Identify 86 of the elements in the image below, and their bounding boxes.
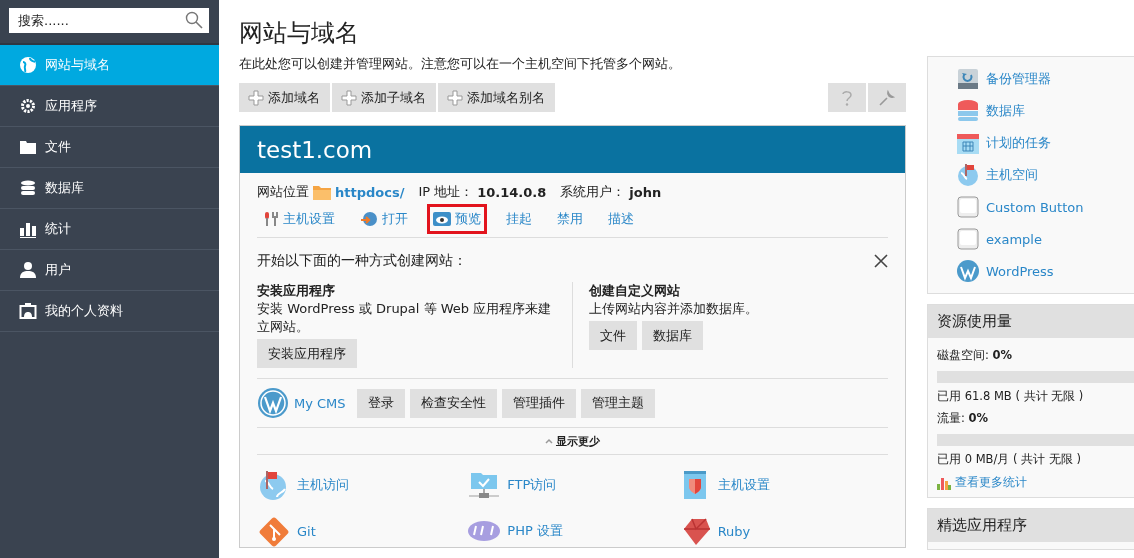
show-less-toggle[interactable]: 显示更少 [545,433,600,449]
action-link[interactable]: 预览 [427,204,487,234]
location-link[interactable]: httpdocs/ [335,184,405,200]
blank-button-icon [956,227,980,251]
cms-button[interactable]: 管理插件 [501,388,576,418]
plus-icon [447,89,463,106]
calendar-icon [956,131,980,155]
meter-label: 流量: 0% [937,411,990,426]
option-button[interactable]: 数据库 [642,321,703,350]
gear-icon [19,97,37,115]
ip-value: 10.14.0.8 [477,184,547,200]
tool-link[interactable]: PHP 设置 [467,515,678,547]
search-field[interactable]: 搜索...... [9,8,209,33]
bar-chart-icon [937,475,951,490]
tool-link[interactable]: 备份管理器 [956,67,1134,91]
tool-link[interactable]: 主机空间 [956,163,1134,187]
action-link[interactable]: 打开 [354,204,414,234]
tool-link[interactable]: 计划的任务 [956,131,1134,155]
tool-link[interactable]: WordPress [956,259,1134,283]
blank-button-icon [956,195,980,219]
action-link[interactable]: 禁用 [551,204,589,234]
wordpress-icon [257,387,289,419]
plus-icon [341,89,357,106]
option-button[interactable]: 文件 [589,321,637,350]
nav-item[interactable]: 网站与域名 [0,45,219,86]
globe-icon [19,56,37,74]
user-label: 系统用户： [560,183,626,201]
usage-text: 已用 0 MB/月 ( 共计 无限 ) [937,452,1082,467]
bar-chart-icon [19,220,37,238]
tool-link[interactable]: 主机设置 [677,469,888,501]
database-icon [19,179,37,197]
help-icon [840,88,854,107]
domain-title: test1.com [240,126,905,173]
nav-item[interactable]: 应用程序 [0,86,219,127]
cms-button[interactable]: 登录 [356,388,405,418]
folder-icon [313,184,331,200]
search-icon[interactable] [185,11,203,29]
action-link[interactable]: 主机设置 [257,204,341,234]
toolbar-button[interactable]: 添加子域名 [332,83,436,112]
tools-icon [263,211,279,227]
page-description: 在此处您可以创建并管理网站。注意您可以在一个主机空间下托管多个网站。 [239,56,682,73]
toolbar-button[interactable]: 添加域名 [239,83,330,112]
user-value: john [629,184,662,200]
option-button[interactable]: 安装应用程序 [257,339,357,368]
usage-text: 已用 61.8 MB ( 共计 无限 ) [937,389,1085,404]
nav-item[interactable]: 统计 [0,209,219,250]
close-icon[interactable] [874,254,888,268]
cms-button[interactable]: 管理主题 [580,388,655,418]
option-heading: 安装应用程序 [257,282,336,300]
tool-link[interactable]: FTP访问 [467,469,678,501]
nav-item[interactable]: 数据库 [0,168,219,209]
globe-flag-icon [956,163,980,187]
action-link[interactable]: 描述 [602,204,640,234]
toolbar-button[interactable]: 添加域名别名 [438,83,555,112]
nav-item[interactable]: 我的个人资料 [0,291,219,332]
create-title: 开始以下面的一种方式创建网站： [257,252,467,270]
tool-link[interactable]: 主机访问 [257,469,468,501]
page-title: 网站与域名 [239,18,360,48]
wordpress-icon [956,259,980,283]
tool-link[interactable]: Custom Button [956,195,1134,219]
option-heading: 创建自定义网站 [589,282,681,300]
nav-item[interactable]: 用户 [0,250,219,291]
caret-icon [545,438,553,444]
tool-link[interactable]: 数据库 [956,99,1134,123]
panel-title: 资源使用量 [928,305,1134,338]
stats-link[interactable]: 查看更多统计 [937,474,1134,491]
tool-link[interactable]: example [956,227,1134,251]
option-description: 上传网站内容并添加数据库。 [589,300,759,318]
panel-title: 精选应用程序 [928,509,1134,542]
cms-link[interactable]: My CMS [294,395,346,411]
action-link[interactable]: 挂起 [500,204,538,234]
hard-drive-icon [956,67,980,91]
meter-label: 磁盘空间: 0% [937,348,1014,363]
eye-icon [433,212,451,226]
plus-icon [248,89,264,106]
location-label: 网站位置 [257,183,309,201]
folder-icon [19,138,37,156]
option-description: 安装 WordPress 或 Drupal 等 Web 应用程序来建立网站。 [257,300,553,336]
cms-button[interactable]: 检查安全性 [409,388,497,418]
user-icon [19,261,37,279]
id-card-icon [19,302,37,320]
database-icon [956,99,980,123]
ip-label: IP 地址： [418,183,474,201]
tool-link[interactable]: Git [257,515,468,547]
tool-link[interactable]: Ruby [677,515,888,547]
nav-item[interactable]: 文件 [0,127,219,168]
